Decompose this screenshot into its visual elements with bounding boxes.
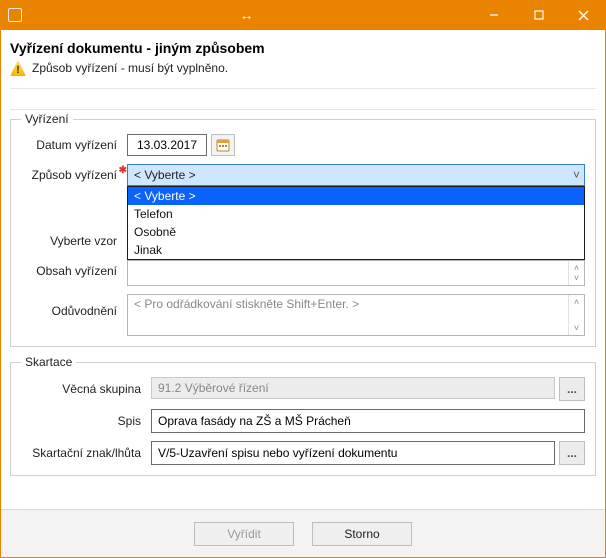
- option-vyberte[interactable]: < Vyberte >: [128, 187, 584, 205]
- titlebar-resize-glyph: ↔: [240, 7, 254, 23]
- select-zpusob-vyrizeni[interactable]: < Vyberte > ˅ < Vyberte > Telefon Osobně…: [127, 164, 585, 186]
- input-oduvodneni[interactable]: < Pro odřádkování stiskněte Shift+Enter.…: [127, 294, 585, 336]
- chevron-down-icon: ˅: [573, 168, 580, 182]
- warning-text: Způsob vyřízení - musí být vyplněno.: [32, 61, 228, 75]
- app-icon: [8, 8, 22, 22]
- label-zpusob-vyrizeni: Způsob vyřízení ✱: [21, 164, 127, 186]
- input-skartacni-znak[interactable]: [151, 441, 555, 465]
- input-spis[interactable]: [151, 409, 585, 433]
- spin-up-icon[interactable]: ˄: [574, 297, 579, 307]
- label-vecna-skupina: Věcná skupina: [21, 378, 151, 400]
- oduvodneni-placeholder: < Pro odřádkování stiskněte Shift+Enter.…: [128, 295, 568, 335]
- required-icon: ✱: [117, 160, 127, 170]
- browse-vecna-button[interactable]: ...: [559, 377, 585, 401]
- input-datum-vyrizeni[interactable]: [127, 134, 207, 156]
- spin-down-icon[interactable]: ˅: [574, 323, 579, 333]
- select-zpusob-dropdown: < Vyberte > Telefon Osobně Jinak: [127, 186, 585, 260]
- spin-up-icon[interactable]: ˄: [574, 263, 579, 273]
- field-vecna-skupina: 91.2 Výběrové řízení: [151, 377, 555, 399]
- submit-button[interactable]: Vyřídit: [194, 522, 294, 546]
- option-jinak[interactable]: Jinak: [128, 241, 584, 259]
- group-vyrizeni: Vyřízení Datum vyřízení Způsob vyř: [10, 112, 596, 347]
- header-divider: [10, 88, 596, 110]
- group-skartace: Skartace Věcná skupina 91.2 Výběrové říz…: [10, 355, 596, 476]
- group-skartace-legend: Skartace: [21, 355, 76, 369]
- select-zpusob-value: < Vyberte >: [134, 168, 196, 182]
- label-skartacni-znak: Skartační znak/lhůta: [21, 442, 151, 464]
- label-oduvodneni: Odůvodnění: [21, 294, 127, 322]
- spin-down-icon[interactable]: ˅: [574, 273, 579, 283]
- window-maximize-button[interactable]: [516, 0, 561, 30]
- calendar-button[interactable]: [211, 134, 235, 156]
- warning-icon: [10, 60, 26, 76]
- window-close-button[interactable]: [561, 0, 606, 30]
- group-vyrizeni-legend: Vyřízení: [21, 112, 73, 126]
- validation-warning: Způsob vyřízení - musí být vyplněno.: [10, 60, 596, 82]
- dialog-title: Vyřízení dokumentu - jiným způsobem: [10, 40, 596, 56]
- dialog-footer: Vyřídit Storno: [1, 509, 605, 557]
- option-telefon[interactable]: Telefon: [128, 205, 584, 223]
- titlebar: ↔: [0, 0, 606, 30]
- label-obsah-vyrizeni: Obsah vyřízení: [21, 260, 127, 282]
- calendar-icon: [216, 138, 230, 152]
- cancel-button[interactable]: Storno: [312, 522, 412, 546]
- option-osobne[interactable]: Osobně: [128, 223, 584, 241]
- label-datum-vyrizeni: Datum vyřízení: [21, 134, 127, 156]
- label-spis: Spis: [21, 410, 151, 432]
- input-obsah-vyrizeni[interactable]: ˄ ˅: [127, 260, 585, 286]
- window-minimize-button[interactable]: [471, 0, 516, 30]
- dialog-header: Vyřízení dokumentu - jiným způsobem Způs…: [0, 30, 606, 110]
- browse-znak-button[interactable]: ...: [559, 441, 585, 465]
- label-vyberte-vzor: Vyberte vzor: [21, 230, 127, 252]
